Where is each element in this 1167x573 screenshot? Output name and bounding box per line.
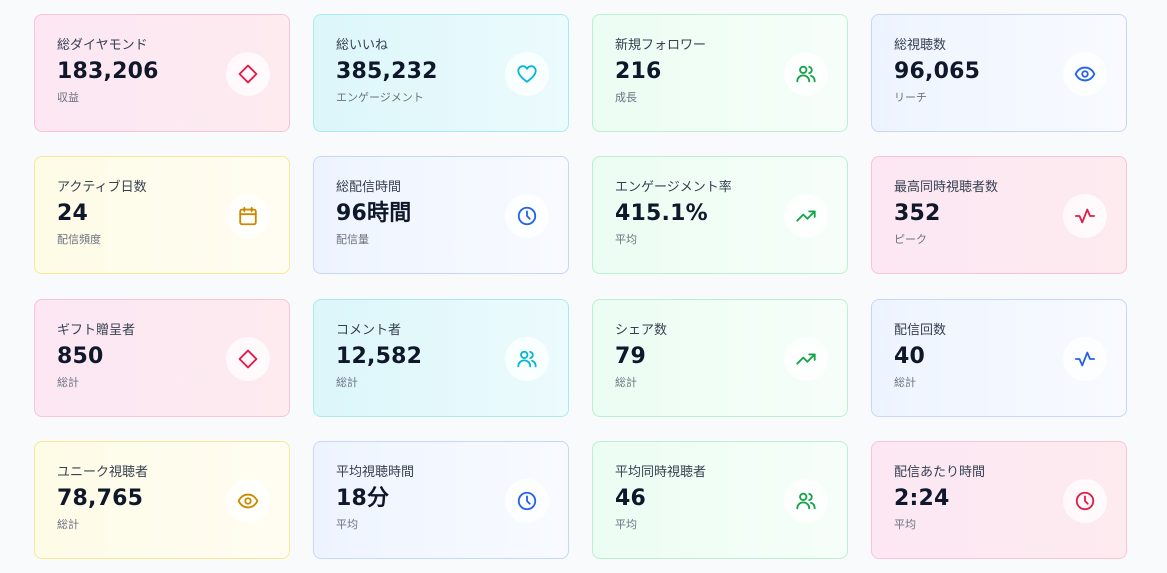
- heart-icon: [505, 52, 549, 96]
- stat-value: 78,765: [57, 486, 144, 511]
- activity-icon: [1063, 337, 1107, 381]
- stat-sublabel: リーチ: [894, 91, 927, 104]
- stat-label: 平均同時視聴者: [615, 465, 707, 480]
- stat-card-time-per-stream: 配信あたり時間 2:24 平均: [871, 441, 1127, 559]
- diamond-icon: [226, 337, 270, 381]
- calendar-icon: [226, 194, 270, 238]
- stat-value: 415.1%: [615, 201, 708, 226]
- stat-label: 最高同時視聴者数: [894, 180, 999, 195]
- stats-grid: 総ダイヤモンド 183,206 収益 総いいね 385,232 エンゲージメント…: [0, 0, 1167, 573]
- stat-sublabel: ピーク: [894, 233, 927, 246]
- stat-sublabel: 平均: [894, 518, 916, 531]
- stat-label: ギフト贈呈者: [57, 323, 136, 338]
- stat-value: 46: [615, 486, 647, 511]
- stat-card-average-concurrent-viewers: 平均同時視聴者 46 平均: [592, 441, 848, 559]
- stat-label: エンゲージメント率: [615, 180, 732, 195]
- stat-sublabel: 平均: [615, 518, 637, 531]
- eye-icon: [226, 479, 270, 523]
- stat-card-stream-count: 配信回数 40 総計: [871, 299, 1127, 417]
- stat-card-unique-viewers: ユニーク視聴者 78,765 総計: [34, 441, 290, 559]
- stat-card-peak-concurrent-viewers: 最高同時視聴者数 352 ピーク: [871, 156, 1127, 274]
- stat-card-active-days: アクティブ日数 24 配信頻度: [34, 156, 290, 274]
- stat-sublabel: 配信量: [336, 233, 369, 246]
- stat-value: 2:24: [894, 486, 950, 511]
- stat-label: 総ダイヤモンド: [57, 38, 148, 53]
- trending-up-icon: [784, 337, 828, 381]
- stat-card-total-stream-time: 総配信時間 96時間 配信量: [313, 156, 569, 274]
- stat-label: 総いいね: [336, 38, 389, 53]
- stat-value: 183,206: [57, 59, 159, 84]
- stat-value: 18分: [336, 486, 390, 511]
- stat-card-total-views: 総視聴数 96,065 リーチ: [871, 14, 1127, 132]
- clock-icon: [1063, 479, 1107, 523]
- stat-card-total-diamonds: 総ダイヤモンド 183,206 収益: [34, 14, 290, 132]
- stat-label: 総視聴数: [894, 38, 947, 53]
- stat-value: 40: [894, 344, 926, 369]
- stat-value: 352: [894, 201, 941, 226]
- stat-sublabel: 総計: [894, 376, 916, 389]
- activity-icon: [1063, 194, 1107, 238]
- stat-value: 96,065: [894, 59, 981, 84]
- stat-card-total-likes: 総いいね 385,232 エンゲージメント: [313, 14, 569, 132]
- stat-label: アクティブ日数: [57, 180, 147, 195]
- stat-sublabel: 平均: [336, 518, 358, 531]
- trending-up-icon: [784, 194, 828, 238]
- stat-value: 12,582: [336, 344, 423, 369]
- users-icon: [784, 52, 828, 96]
- stat-card-average-watch-time: 平均視聴時間 18分 平均: [313, 441, 569, 559]
- stat-sublabel: 総計: [336, 376, 358, 389]
- stat-sublabel: 収益: [57, 91, 79, 104]
- stat-label: シェア数: [615, 323, 668, 338]
- stat-sublabel: エンゲージメント: [336, 91, 424, 104]
- stat-value: 96時間: [336, 201, 412, 226]
- stat-label: 配信回数: [894, 323, 947, 338]
- stat-value: 850: [57, 344, 104, 369]
- users-icon: [505, 337, 549, 381]
- stat-label: 総配信時間: [336, 180, 402, 195]
- clock-icon: [505, 479, 549, 523]
- stat-sublabel: 配信頻度: [57, 233, 101, 246]
- diamond-icon: [226, 52, 270, 96]
- stat-sublabel: 成長: [615, 91, 637, 104]
- stat-sublabel: 総計: [615, 376, 637, 389]
- stat-card-gift-senders: ギフト贈呈者 850 総計: [34, 299, 290, 417]
- stat-value: 24: [57, 201, 89, 226]
- stat-sublabel: 総計: [57, 518, 79, 531]
- eye-icon: [1063, 52, 1107, 96]
- stat-label: 配信あたり時間: [894, 465, 986, 480]
- stat-card-engagement-rate: エンゲージメント率 415.1% 平均: [592, 156, 848, 274]
- stat-value: 79: [615, 344, 647, 369]
- stat-value: 385,232: [336, 59, 438, 84]
- stat-card-commenters: コメント者 12,582 総計: [313, 299, 569, 417]
- stat-card-shares: シェア数 79 総計: [592, 299, 848, 417]
- stat-label: 平均視聴時間: [336, 465, 415, 480]
- clock-icon: [505, 194, 549, 238]
- stat-label: ユニーク視聴者: [57, 465, 149, 480]
- stat-label: 新規フォロワー: [615, 38, 707, 53]
- stat-label: コメント者: [336, 323, 402, 338]
- users-icon: [784, 479, 828, 523]
- stat-sublabel: 平均: [615, 233, 637, 246]
- stat-sublabel: 総計: [57, 376, 79, 389]
- stat-card-new-followers: 新規フォロワー 216 成長: [592, 14, 848, 132]
- stat-value: 216: [615, 59, 662, 84]
